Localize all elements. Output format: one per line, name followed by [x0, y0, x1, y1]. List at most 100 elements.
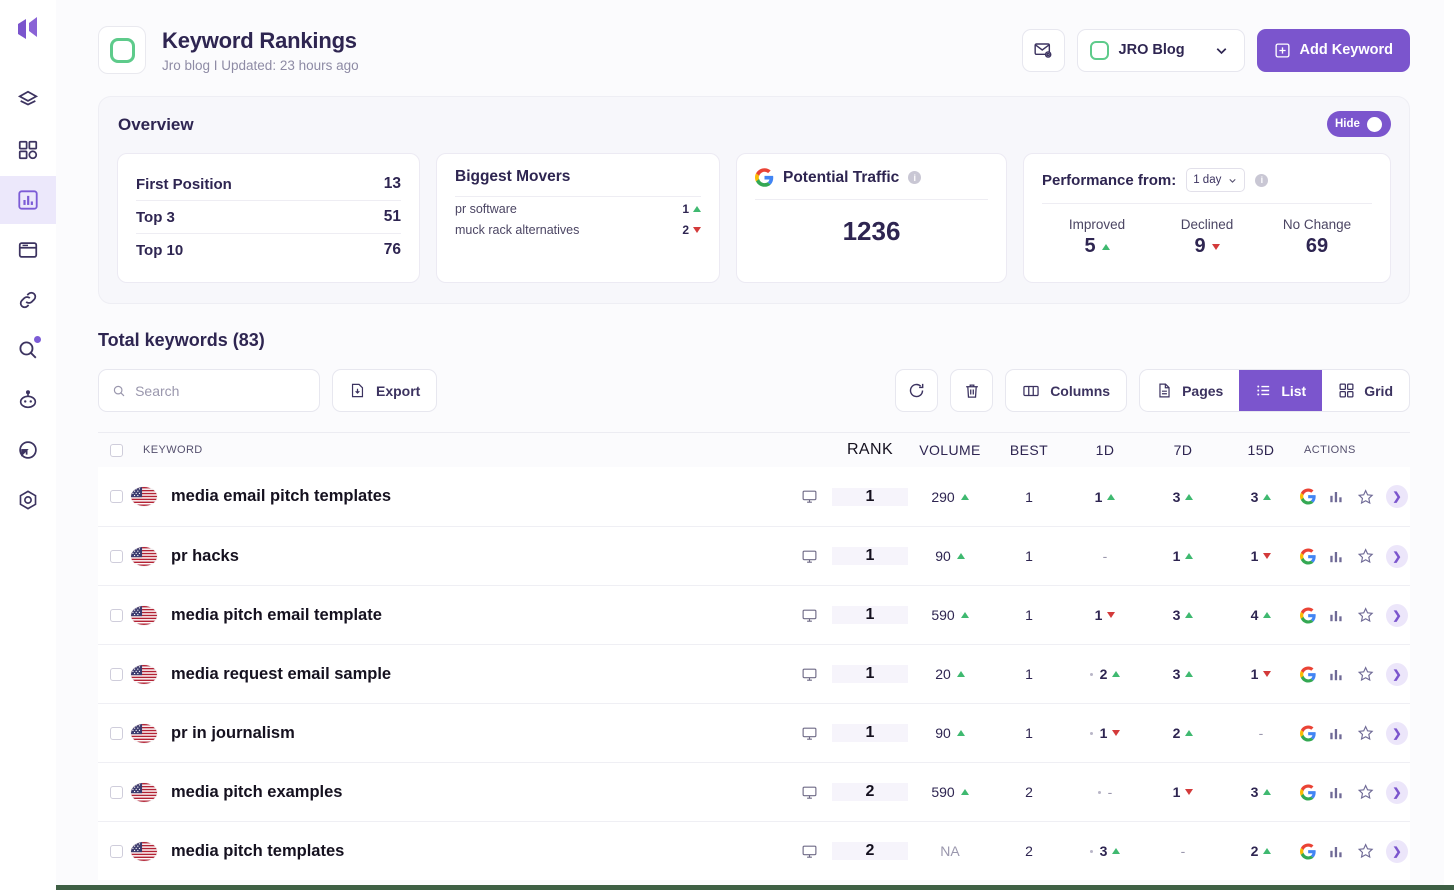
desktop-icon — [801, 548, 818, 565]
table-row[interactable]: media pitch email template 1 590 1 1 3 4… — [98, 585, 1410, 644]
star-icon[interactable] — [1357, 724, 1374, 742]
sidebar-item-pages[interactable] — [0, 226, 56, 274]
page-subtitle: Jro blog I Updated: 23 hours ago — [162, 58, 1022, 73]
bar-chart-icon[interactable] — [1328, 488, 1344, 505]
sidebar-item-backlinks[interactable] — [0, 276, 56, 324]
row-expand-button[interactable]: ❯ — [1386, 781, 1408, 804]
row-checkbox[interactable] — [110, 786, 123, 799]
google-icon[interactable] — [1300, 548, 1316, 565]
google-icon[interactable] — [1300, 488, 1316, 505]
row-expand-button[interactable]: ❯ — [1386, 722, 1408, 745]
info-icon[interactable]: i — [1255, 174, 1268, 187]
keyword-label[interactable]: media email pitch templates — [171, 487, 391, 506]
row-select-cell[interactable] — [98, 786, 128, 799]
row-expand-button[interactable]: ❯ — [1386, 663, 1408, 686]
view-grid[interactable]: Grid — [1322, 370, 1409, 411]
bar-chart-icon[interactable] — [1328, 666, 1344, 683]
star-icon[interactable] — [1357, 783, 1374, 801]
row-expand-button[interactable]: ❯ — [1386, 840, 1408, 863]
bar-chart-icon[interactable] — [1328, 725, 1344, 742]
row-checkbox[interactable] — [110, 845, 123, 858]
th-rank[interactable]: RANK — [832, 441, 908, 459]
view-pages[interactable]: Pages — [1140, 370, 1239, 411]
th-keyword[interactable]: KEYWORD — [128, 444, 786, 456]
bar-chart-icon[interactable] — [1328, 843, 1344, 860]
search-box[interactable] — [98, 369, 320, 412]
google-icon[interactable] — [1300, 607, 1316, 624]
table-row[interactable]: media request email sample 1 20 1 2 3 1 … — [98, 644, 1410, 703]
view-list[interactable]: List — [1239, 370, 1322, 411]
star-icon[interactable] — [1357, 488, 1374, 506]
hide-overview-toggle[interactable]: Hide — [1327, 111, 1391, 137]
google-icon[interactable] — [1300, 843, 1316, 860]
delete-button[interactable] — [950, 369, 993, 412]
keyword-label[interactable]: pr in journalism — [171, 724, 295, 743]
star-icon[interactable] — [1357, 547, 1374, 565]
select-all-cell[interactable] — [98, 444, 128, 457]
row-expand-button[interactable]: ❯ — [1386, 485, 1408, 508]
row-select-cell[interactable] — [98, 550, 128, 563]
site-selector[interactable]: JRO Blog — [1077, 29, 1245, 72]
sidebar-item-ai-assistant[interactable] — [0, 376, 56, 424]
star-icon[interactable] — [1357, 606, 1374, 624]
cell-keyword: pr hacks — [128, 547, 786, 566]
row-checkbox[interactable] — [110, 550, 123, 563]
keyword-label[interactable]: media pitch templates — [171, 842, 344, 861]
sidebar-item-apps[interactable] — [0, 126, 56, 174]
row-checkbox[interactable] — [110, 727, 123, 740]
row-select-cell[interactable] — [98, 490, 128, 503]
table-row[interactable]: pr in journalism 1 90 1 1 2 - ❯ — [98, 703, 1410, 762]
bar-chart-icon[interactable] — [1328, 784, 1344, 801]
row-expand-button[interactable]: ❯ — [1386, 545, 1408, 568]
row-select-cell[interactable] — [98, 845, 128, 858]
star-icon[interactable] — [1357, 842, 1374, 860]
row-expand-button[interactable]: ❯ — [1386, 604, 1408, 627]
value: 20 — [935, 666, 951, 682]
row-checkbox[interactable] — [110, 490, 123, 503]
sidebar-item-research[interactable] — [0, 326, 56, 374]
keyword-label[interactable]: pr hacks — [171, 547, 239, 566]
th-best[interactable]: BEST — [992, 442, 1066, 458]
row-checkbox[interactable] — [110, 668, 123, 681]
trend-up-icon — [1185, 494, 1193, 500]
th-actions: ACTIONS — [1300, 444, 1410, 456]
google-icon[interactable] — [1300, 666, 1316, 683]
keyword-label[interactable]: media pitch email template — [171, 606, 382, 625]
sidebar-item-goals[interactable] — [0, 476, 56, 524]
th-15d[interactable]: 15D — [1222, 442, 1300, 458]
stat-row-top-10: Top 10 76 — [136, 233, 401, 266]
bar-chart-icon[interactable] — [1328, 548, 1344, 565]
info-icon[interactable]: i — [908, 171, 921, 184]
refresh-button[interactable] — [895, 369, 938, 412]
bar-chart-icon[interactable] — [1328, 607, 1344, 624]
star-icon[interactable] — [1357, 665, 1374, 683]
columns-button[interactable]: Columns — [1005, 369, 1127, 412]
th-volume[interactable]: VOLUME — [908, 442, 992, 458]
export-button[interactable]: Export — [332, 369, 437, 412]
performance-range-select[interactable]: 1 day — [1186, 168, 1245, 192]
th-1d[interactable]: 1D — [1066, 442, 1144, 458]
brand-logo[interactable] — [11, 12, 45, 46]
sidebar-item-reports[interactable] — [0, 426, 56, 474]
add-keyword-button[interactable]: Add Keyword — [1257, 29, 1410, 72]
keyword-label[interactable]: media request email sample — [171, 665, 391, 684]
search-input[interactable] — [135, 383, 306, 399]
table-row[interactable]: media pitch templates 2 NA 2 3 - 2 ❯ — [98, 821, 1410, 880]
google-icon[interactable] — [1300, 725, 1316, 742]
sidebar-item-layers[interactable] — [0, 76, 56, 124]
th-7d[interactable]: 7D — [1144, 442, 1222, 458]
row-checkbox[interactable] — [110, 609, 123, 622]
table-row[interactable]: pr hacks 1 90 1 - 1 1 ❯ — [98, 526, 1410, 585]
google-icon[interactable] — [1300, 784, 1316, 801]
value: - — [1259, 725, 1264, 741]
mail-settings-button[interactable] — [1022, 29, 1065, 72]
table-row[interactable]: media pitch examples 2 590 2 - 1 3 ❯ — [98, 762, 1410, 821]
row-select-cell[interactable] — [98, 609, 128, 622]
country-flag-us-icon — [131, 487, 157, 506]
select-all-checkbox[interactable] — [110, 444, 123, 457]
sidebar-item-rankings[interactable] — [0, 176, 56, 224]
keyword-label[interactable]: media pitch examples — [171, 783, 343, 802]
row-select-cell[interactable] — [98, 668, 128, 681]
table-row[interactable]: media email pitch templates 1 290 1 1 3 … — [98, 467, 1410, 526]
row-select-cell[interactable] — [98, 727, 128, 740]
